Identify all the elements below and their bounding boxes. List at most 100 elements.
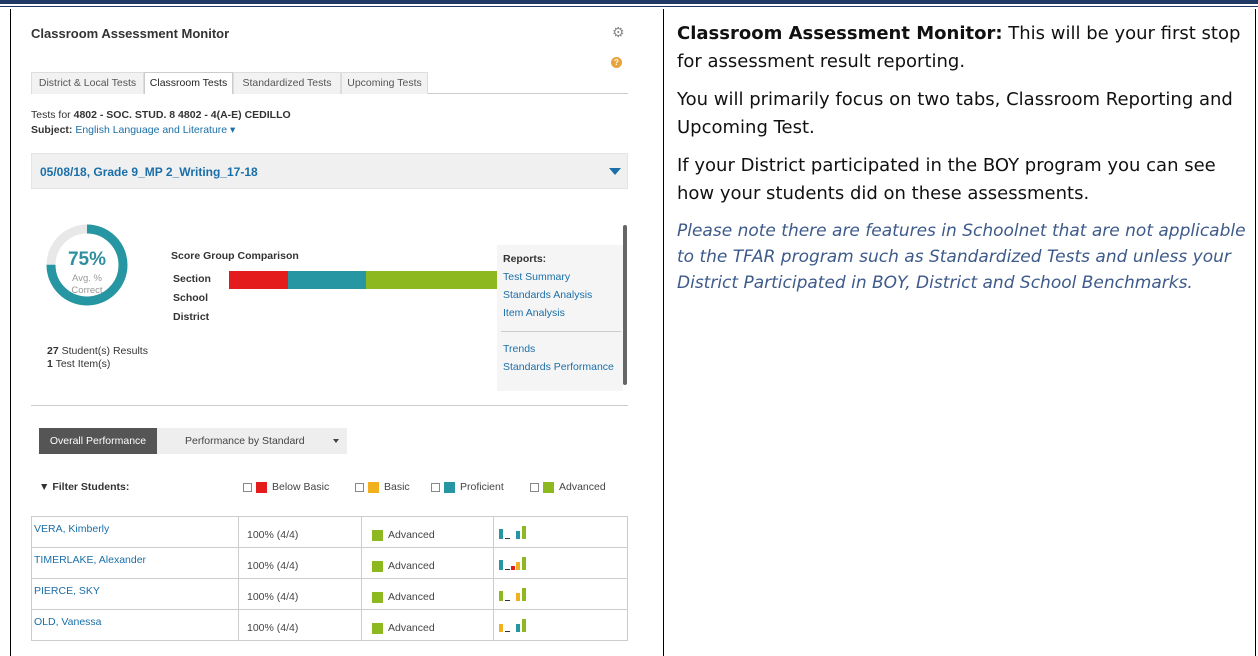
checkbox[interactable] — [530, 482, 539, 492]
advanced-label: Advanced — [559, 481, 606, 493]
proficient-swatch — [444, 481, 455, 493]
level-label: Advanced — [388, 591, 435, 603]
link-item-analysis[interactable]: Item Analysis — [503, 307, 565, 319]
test-selector[interactable]: 05/08/18, Grade 9_MP 2_Writing_17-18 — [31, 153, 628, 189]
advanced-swatch — [372, 560, 383, 572]
subject-line: Subject: English Language and Literature… — [31, 124, 235, 136]
advanced-swatch — [372, 591, 383, 603]
filter-below-basic[interactable]: Below Basic — [243, 480, 329, 494]
correct-label: Correct — [71, 285, 103, 296]
student-name[interactable]: TIMERLAKE, Alexander — [31, 547, 239, 579]
level-label: Advanced — [388, 529, 435, 541]
proficient-label: Proficient — [460, 481, 504, 493]
boy-paragraph: If your District participated in the BOY… — [677, 155, 1216, 204]
basic-swatch — [368, 481, 379, 493]
students-text: Student(s) Results — [58, 345, 148, 357]
checkbox[interactable] — [243, 482, 252, 492]
top-rule-thick — [0, 0, 1258, 4]
tab-classroom-tests[interactable]: Classroom Tests — [144, 72, 233, 94]
trend-cell — [493, 609, 628, 641]
subject-dropdown[interactable]: English Language and Literature ▾ — [75, 124, 235, 136]
trend-mark — [522, 557, 526, 570]
student-score: 100% (4/4) — [238, 609, 362, 641]
filter-proficient[interactable]: Proficient — [431, 480, 504, 494]
level-label: Advanced — [388, 560, 435, 572]
explanation-column: Classroom Assessment Monitor: This will … — [677, 20, 1247, 306]
student-level: Advanced — [361, 609, 494, 641]
help-icon[interactable]: ? — [611, 57, 622, 68]
link-test-summary[interactable]: Test Summary — [503, 271, 570, 283]
trend-mark — [516, 531, 520, 539]
below-basic-swatch — [256, 481, 267, 493]
link-trends[interactable]: Trends — [503, 343, 535, 355]
panel-title: Classroom Assessment Monitor — [31, 26, 230, 41]
filter-icon: ▼ — [39, 481, 50, 493]
trend-mark — [505, 600, 510, 601]
table-row: TIMERLAKE, Alexander 100% (4/4) Advanced — [31, 547, 628, 579]
bar-proficient — [288, 271, 366, 289]
tab-overall-performance[interactable]: Overall Performance — [39, 428, 157, 454]
filter-basic[interactable]: Basic — [355, 480, 410, 494]
trend-mark — [516, 562, 520, 570]
trend-mark — [511, 566, 515, 570]
chevron-down-icon — [333, 439, 339, 443]
basic-label: Basic — [384, 481, 410, 493]
test-items-count: 1 Test Item(s) — [47, 358, 110, 370]
tab-standardized-tests[interactable]: Standardized Tests — [233, 72, 341, 94]
tab-district-local-tests[interactable]: District & Local Tests — [31, 72, 144, 94]
assessment-monitor-panel: Classroom Assessment Monitor ⚙ ? Distric… — [17, 15, 641, 655]
gear-icon[interactable]: ⚙ — [612, 24, 625, 41]
test-tabs: District & Local Tests Classroom Tests S… — [31, 72, 628, 94]
subject-label: Subject: — [31, 124, 73, 136]
trend-cell — [493, 547, 628, 579]
students-table: VERA, Kimberly 100% (4/4) Advanced TIMER… — [31, 516, 628, 641]
trend-mark — [505, 569, 510, 570]
level-label: Advanced — [388, 622, 435, 634]
trend-mark — [499, 624, 503, 632]
intro-heading: Classroom Assessment Monitor: — [677, 23, 1003, 44]
tests-for-prefix: Tests for — [31, 109, 74, 121]
student-name[interactable]: VERA, Kimberly — [31, 516, 239, 548]
student-level: Advanced — [361, 547, 494, 579]
chevron-down-icon[interactable] — [609, 168, 621, 175]
score-group-title: Score Group Comparison — [171, 250, 299, 262]
trend-mark — [522, 619, 526, 632]
column-divider — [663, 9, 664, 656]
student-level: Advanced — [361, 578, 494, 610]
trend-cell — [493, 578, 628, 610]
section-score-bar — [229, 271, 541, 289]
table-row: PIERCE, SKY 100% (4/4) Advanced — [31, 578, 628, 610]
trend-mark — [505, 538, 510, 539]
trend-mark — [499, 529, 503, 539]
student-name[interactable]: PIERCE, SKY — [31, 578, 239, 610]
scrollbar[interactable] — [623, 225, 627, 385]
link-standards-performance[interactable]: Standards Performance — [503, 361, 614, 373]
trend-mark — [505, 631, 510, 632]
row-district: District — [173, 311, 210, 323]
filter-label-text: Filter Students: — [52, 481, 130, 493]
advanced-swatch — [372, 529, 383, 541]
tab-upcoming-tests[interactable]: Upcoming Tests — [341, 72, 428, 94]
checkbox[interactable] — [355, 482, 364, 492]
link-standards-analysis[interactable]: Standards Analysis — [503, 289, 592, 301]
row-section: Section — [173, 273, 211, 285]
section-divider — [31, 405, 628, 406]
table-row: VERA, Kimberly 100% (4/4) Advanced — [31, 516, 628, 548]
student-score: 100% (4/4) — [238, 516, 362, 548]
table-row: OLD, Vanessa 100% (4/4) Advanced — [31, 609, 628, 641]
avg-percent: 75% — [67, 249, 107, 270]
note-paragraph: Please note there are features in School… — [677, 221, 1246, 293]
student-score: 100% (4/4) — [238, 547, 362, 579]
row-school: School — [173, 292, 209, 304]
filter-students-label: ▼ Filter Students: — [39, 481, 129, 493]
student-name[interactable]: OLD, Vanessa — [31, 609, 239, 641]
tab-performance-by-standard[interactable]: Performance by Standard — [157, 428, 347, 454]
advanced-swatch — [372, 622, 383, 634]
trend-mark — [499, 560, 503, 570]
tests-for-section: 4802 - SOC. STUD. 8 4802 - 4(A-E) CEDILL… — [73, 109, 291, 121]
filter-advanced[interactable]: Advanced — [530, 480, 606, 494]
trend-mark — [516, 593, 520, 601]
student-level: Advanced — [361, 516, 494, 548]
checkbox[interactable] — [431, 482, 440, 492]
reports-divider — [501, 331, 621, 332]
